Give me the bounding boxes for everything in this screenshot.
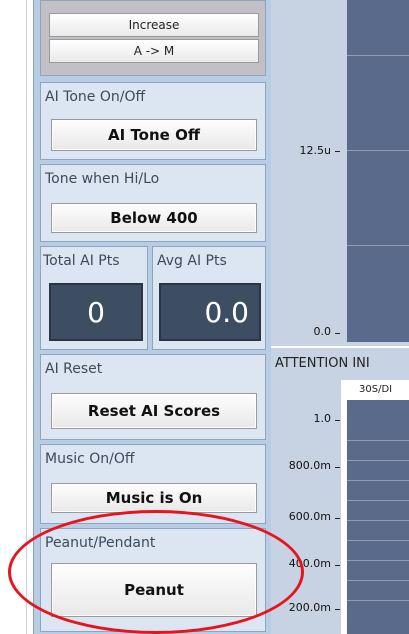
total-ai-points-group: Total AI Pts 0	[40, 246, 148, 350]
attention-tick-800m: 800.0m	[288, 459, 331, 472]
music-toggle-button[interactable]: Music is On	[51, 483, 257, 513]
tone-threshold-label: Tone when Hi/Lo	[45, 171, 160, 187]
ai-reset-label: AI Reset	[45, 361, 103, 377]
top-chart-tick-12-5u: 12.5u	[299, 144, 331, 157]
sort-controls-group: Increase A -> M	[40, 0, 266, 76]
tone-threshold-group: Tone when Hi/Lo Below 400	[40, 164, 266, 242]
ai-tone-button[interactable]: AI Tone Off	[51, 119, 257, 151]
attention-series-label: 30S/DI	[359, 384, 393, 395]
reset-ai-scores-button[interactable]: Reset AI Scores	[51, 393, 257, 429]
avg-ai-points-label: Avg AI Pts	[157, 253, 227, 269]
attention-tick-1-0: 1.0	[313, 412, 332, 425]
tick-mark	[335, 420, 340, 421]
total-ai-points-value: 0	[49, 283, 143, 341]
avg-ai-points-group: Avg AI Pts 0.0	[152, 246, 266, 350]
ai-tone-label: AI Tone On/Off	[45, 89, 146, 105]
music-label: Music On/Off	[45, 451, 135, 467]
ai-reset-group: AI Reset Reset AI Scores	[40, 354, 266, 440]
tick-mark	[335, 333, 340, 334]
tick-mark	[335, 565, 340, 566]
chart-divider	[271, 346, 409, 348]
top-chart-tick-0: 0.0	[313, 325, 332, 338]
tick-mark	[335, 518, 340, 519]
ai-tone-group: AI Tone On/Off AI Tone Off	[40, 82, 266, 160]
chart-area: 12.5u 0.0 ATTENTION INI 30S/DI 1.0 800.0…	[271, 0, 409, 634]
tone-threshold-button[interactable]: Below 400	[51, 203, 257, 233]
attention-chart-plot	[347, 400, 409, 634]
avg-ai-points-value: 0.0	[159, 283, 261, 341]
attention-tick-600m: 600.0m	[288, 510, 331, 523]
tick-mark	[335, 609, 340, 610]
tick-mark	[335, 467, 340, 468]
tick-mark	[335, 151, 340, 152]
attention-chart-title: ATTENTION INI	[275, 356, 370, 371]
sort-order-button[interactable]: A -> M	[49, 39, 259, 63]
window-frame-left	[0, 0, 30, 634]
total-ai-points-label: Total AI Pts	[43, 253, 120, 269]
increase-button[interactable]: Increase	[49, 13, 259, 37]
top-chart-plot	[347, 0, 409, 342]
highlight-annotation-ellipse	[8, 510, 304, 634]
